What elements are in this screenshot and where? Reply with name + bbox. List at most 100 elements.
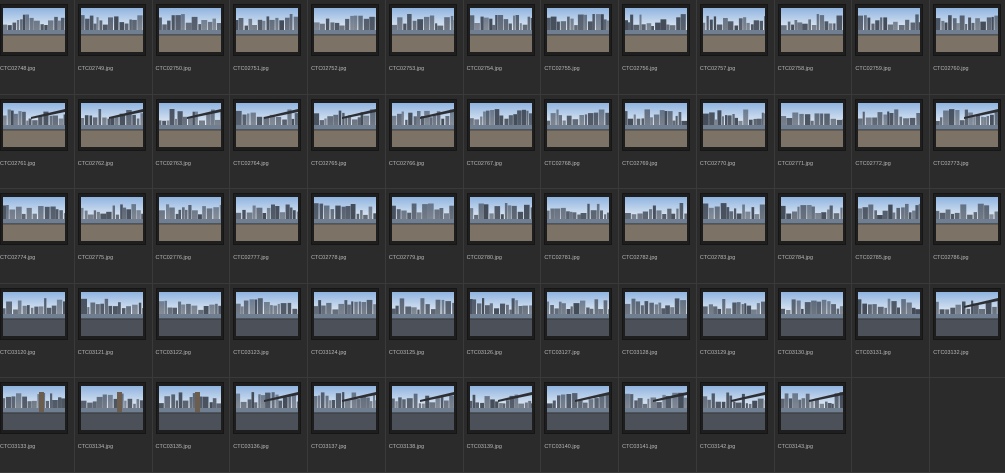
thumbnail-frame[interactable]	[778, 288, 846, 340]
thumbnail-frame[interactable]	[311, 382, 379, 434]
photo-item[interactable]: CTC02782.jpg	[619, 189, 697, 284]
thumbnail-frame[interactable]	[78, 4, 146, 56]
thumbnail-frame[interactable]	[778, 193, 846, 245]
thumbnail-frame[interactable]	[0, 4, 68, 56]
thumbnail-frame[interactable]	[622, 288, 690, 340]
thumbnail-frame[interactable]	[544, 382, 612, 434]
photo-item[interactable]: CTC02756.jpg	[619, 0, 697, 95]
thumbnail-frame[interactable]	[700, 193, 768, 245]
thumbnail-frame[interactable]	[0, 99, 68, 151]
thumbnail-frame[interactable]	[544, 193, 612, 245]
thumbnail-frame[interactable]	[389, 288, 457, 340]
thumbnail-frame[interactable]	[0, 193, 68, 245]
photo-item[interactable]: CTC02748.jpg	[0, 0, 75, 95]
thumbnail-frame[interactable]	[78, 99, 146, 151]
thumbnail-frame[interactable]	[233, 382, 301, 434]
photo-item[interactable]: CTC02780.jpg	[464, 189, 542, 284]
photo-item[interactable]: CTC02770.jpg	[697, 95, 775, 190]
photo-item[interactable]: CTC03136.jpg	[230, 378, 308, 473]
thumbnail-frame[interactable]	[156, 382, 224, 434]
thumbnail-frame[interactable]	[467, 4, 535, 56]
thumbnail-frame[interactable]	[233, 4, 301, 56]
photo-item[interactable]: CTC02758.jpg	[775, 0, 853, 95]
thumbnail-frame[interactable]	[78, 288, 146, 340]
thumbnail-frame[interactable]	[467, 288, 535, 340]
thumbnail-frame[interactable]	[778, 99, 846, 151]
photo-item[interactable]: CTC02765.jpg	[308, 95, 386, 190]
photo-item[interactable]: CTC02768.jpg	[541, 95, 619, 190]
photo-item[interactable]: CTC03140.jpg	[541, 378, 619, 473]
thumbnail-frame[interactable]	[311, 4, 379, 56]
thumbnail-frame[interactable]	[0, 288, 68, 340]
photo-item[interactable]: CTC02764.jpg	[230, 95, 308, 190]
thumbnail-frame[interactable]	[389, 382, 457, 434]
photo-item[interactable]: CTC02773.jpg	[930, 95, 1005, 190]
thumbnail-frame[interactable]	[778, 382, 846, 434]
photo-item[interactable]: CTC02767.jpg	[464, 95, 542, 190]
photo-item[interactable]: CTC02755.jpg	[541, 0, 619, 95]
photo-item[interactable]: CTC02785.jpg	[852, 189, 930, 284]
photo-item[interactable]: CTC02761.jpg	[0, 95, 75, 190]
thumbnail-frame[interactable]	[855, 4, 923, 56]
photo-item[interactable]: CTC03135.jpg	[153, 378, 231, 473]
thumbnail-frame[interactable]	[544, 288, 612, 340]
thumbnail-frame[interactable]	[622, 382, 690, 434]
photo-item[interactable]: CTC03142.jpg	[697, 378, 775, 473]
thumbnail-frame[interactable]	[700, 288, 768, 340]
thumbnail-frame[interactable]	[855, 99, 923, 151]
thumbnail-frame[interactable]	[544, 4, 612, 56]
thumbnail-frame[interactable]	[311, 288, 379, 340]
thumbnail-frame[interactable]	[855, 193, 923, 245]
thumbnail-frame[interactable]	[389, 193, 457, 245]
thumbnail-frame[interactable]	[311, 99, 379, 151]
thumbnail-frame[interactable]	[156, 193, 224, 245]
photo-item[interactable]: CTC03128.jpg	[619, 284, 697, 379]
thumbnail-frame[interactable]	[156, 99, 224, 151]
photo-item[interactable]: CTC02774.jpg	[0, 189, 75, 284]
thumbnail-frame[interactable]	[933, 288, 1001, 340]
photo-item[interactable]: CTC02772.jpg	[852, 95, 930, 190]
thumbnail-frame[interactable]	[0, 382, 68, 434]
thumbnail-frame[interactable]	[311, 193, 379, 245]
thumbnail-frame[interactable]	[778, 4, 846, 56]
thumbnail-frame[interactable]	[233, 193, 301, 245]
thumbnail-frame[interactable]	[622, 4, 690, 56]
photo-item[interactable]: CTC03143.jpg	[775, 378, 853, 473]
thumbnail-frame[interactable]	[467, 193, 535, 245]
photo-item[interactable]: CTC02783.jpg	[697, 189, 775, 284]
photo-item[interactable]: CTC03123.jpg	[230, 284, 308, 379]
photo-item[interactable]: CTC02759.jpg	[852, 0, 930, 95]
thumbnail-frame[interactable]	[700, 99, 768, 151]
thumbnail-frame[interactable]	[389, 99, 457, 151]
thumbnail-frame[interactable]	[156, 288, 224, 340]
photo-item[interactable]: CTC02775.jpg	[75, 189, 153, 284]
photo-item[interactable]: CTC02771.jpg	[775, 95, 853, 190]
photo-item[interactable]: CTC03121.jpg	[75, 284, 153, 379]
thumbnail-frame[interactable]	[700, 382, 768, 434]
thumbnail-frame[interactable]	[622, 99, 690, 151]
photo-item[interactable]: CTC03131.jpg	[852, 284, 930, 379]
photo-item[interactable]: CTC02786.jpg	[930, 189, 1005, 284]
photo-item[interactable]: CTC02779.jpg	[386, 189, 464, 284]
photo-item[interactable]: CTC02766.jpg	[386, 95, 464, 190]
photo-item[interactable]: CTC02769.jpg	[619, 95, 697, 190]
photo-item[interactable]: CTC03129.jpg	[697, 284, 775, 379]
photo-item[interactable]: CTC02752.jpg	[308, 0, 386, 95]
photo-item[interactable]: CTC03124.jpg	[308, 284, 386, 379]
photo-item[interactable]: CTC03133.jpg	[0, 378, 75, 473]
photo-item[interactable]: CTC02760.jpg	[930, 0, 1005, 95]
photo-item[interactable]: CTC02749.jpg	[75, 0, 153, 95]
photo-item[interactable]: CTC03130.jpg	[775, 284, 853, 379]
thumbnail-frame[interactable]	[622, 193, 690, 245]
thumbnail-frame[interactable]	[78, 382, 146, 434]
thumbnail-frame[interactable]	[933, 4, 1001, 56]
thumbnail-frame[interactable]	[467, 382, 535, 434]
photo-item[interactable]: CTC02754.jpg	[464, 0, 542, 95]
photo-item[interactable]: CTC03132.jpg	[930, 284, 1005, 379]
photo-item[interactable]: CTC03141.jpg	[619, 378, 697, 473]
thumbnail-frame[interactable]	[544, 99, 612, 151]
photo-item[interactable]: CTC03139.jpg	[464, 378, 542, 473]
thumbnail-frame[interactable]	[467, 99, 535, 151]
photo-item[interactable]: CTC03125.jpg	[386, 284, 464, 379]
photo-item[interactable]: CTC03120.jpg	[0, 284, 75, 379]
